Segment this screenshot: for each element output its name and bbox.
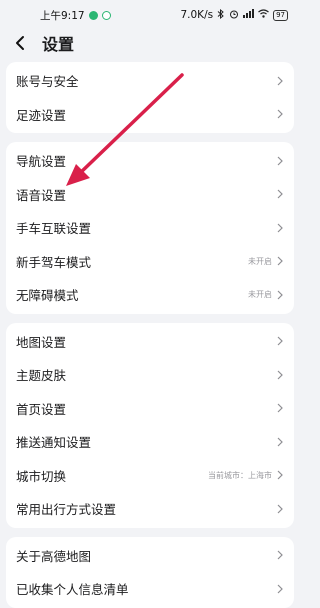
settings-group-account: 账号与安全 足迹设置 [6,62,294,133]
chevron-right-icon [277,437,283,447]
chevron-right-icon [277,504,283,514]
row-label: 足迹设置 [16,107,67,123]
wifi-icon [258,9,269,21]
row-account-security[interactable]: 账号与安全 [6,64,294,98]
row-label: 语音设置 [16,187,67,203]
battery-icon: 97 [273,9,288,21]
chevron-right-icon [277,550,283,560]
network-speed: 7.0K/s [180,9,214,21]
row-personal-info-list[interactable]: 已收集个人信息清单 [6,572,294,606]
row-label: 新手驾车模式 [16,254,92,270]
chevron-right-icon [277,256,283,266]
chevron-right-icon [277,336,283,346]
row-label: 已收集个人信息清单 [16,582,129,598]
alarm-icon [229,9,239,22]
row-navigation-settings[interactable]: 导航设置 [6,144,294,178]
row-accessibility-mode[interactable]: 无障碍模式 未开启 [6,278,294,312]
chevron-right-icon [277,370,283,380]
chevron-right-icon [277,470,283,480]
row-label: 常用出行方式设置 [16,502,117,518]
row-travel-mode-settings[interactable]: 常用出行方式设置 [6,492,294,526]
chevron-right-icon [277,223,283,233]
row-label: 无障碍模式 [16,288,79,304]
chevron-right-icon [277,156,283,166]
row-map-settings[interactable]: 地图设置 [6,325,294,359]
current-city-value: 当前城市：上海市 [208,470,272,480]
row-status-value: 未开启 [248,256,272,266]
status-bar: 上午9:17 7.0K/s 97 [0,0,300,30]
row-novice-driving-mode[interactable]: 新手驾车模式 未开启 [6,245,294,279]
row-about-amap[interactable]: 关于高德地图 [6,539,294,573]
row-voice-settings[interactable]: 语音设置 [6,178,294,212]
row-label: 推送通知设置 [16,435,92,451]
row-theme-skin[interactable]: 主题皮肤 [6,358,294,392]
row-car-connect-settings[interactable]: 手车互联设置 [6,211,294,245]
status-time: 上午9:17 [40,9,85,22]
row-home-settings[interactable]: 首页设置 [6,392,294,426]
row-label: 关于高德地图 [16,548,92,564]
row-footprint-settings[interactable]: 足迹设置 [6,98,294,132]
chevron-right-icon [277,584,283,594]
signal-icon [243,9,255,21]
app-notification-icon [88,10,98,20]
bluetooth-icon [217,8,225,22]
row-status-value: 未开启 [248,290,272,300]
chevron-right-icon [277,189,283,199]
row-city-switch[interactable]: 城市切换 当前城市：上海市 [6,459,294,493]
chevron-right-icon [277,76,283,86]
row-label: 城市切换 [16,468,67,484]
row-label: 主题皮肤 [16,368,67,384]
row-label: 账号与安全 [16,74,79,90]
row-label: 首页设置 [16,401,67,417]
row-push-notification-settings[interactable]: 推送通知设置 [6,425,294,459]
nav-bar: 设置 [0,30,300,62]
row-label: 手车互联设置 [16,221,92,237]
row-label: 导航设置 [16,154,67,170]
settings-group-navigation: 导航设置 语音设置 手车互联设置 新手驾车模式 未开启 无障碍模式 未开启 [6,142,294,314]
chevron-right-icon [277,109,283,119]
settings-group-display: 地图设置 主题皮肤 首页设置 推送通知设置 城市切换 当前城市：上海市 常用出行… [6,322,294,528]
page-title: 设置 [42,35,75,54]
back-arrow-icon[interactable] [14,35,30,51]
row-label: 地图设置 [16,334,67,350]
chevron-right-icon [277,290,283,300]
chevron-right-icon [277,403,283,413]
wechat-notification-icon [101,10,111,20]
